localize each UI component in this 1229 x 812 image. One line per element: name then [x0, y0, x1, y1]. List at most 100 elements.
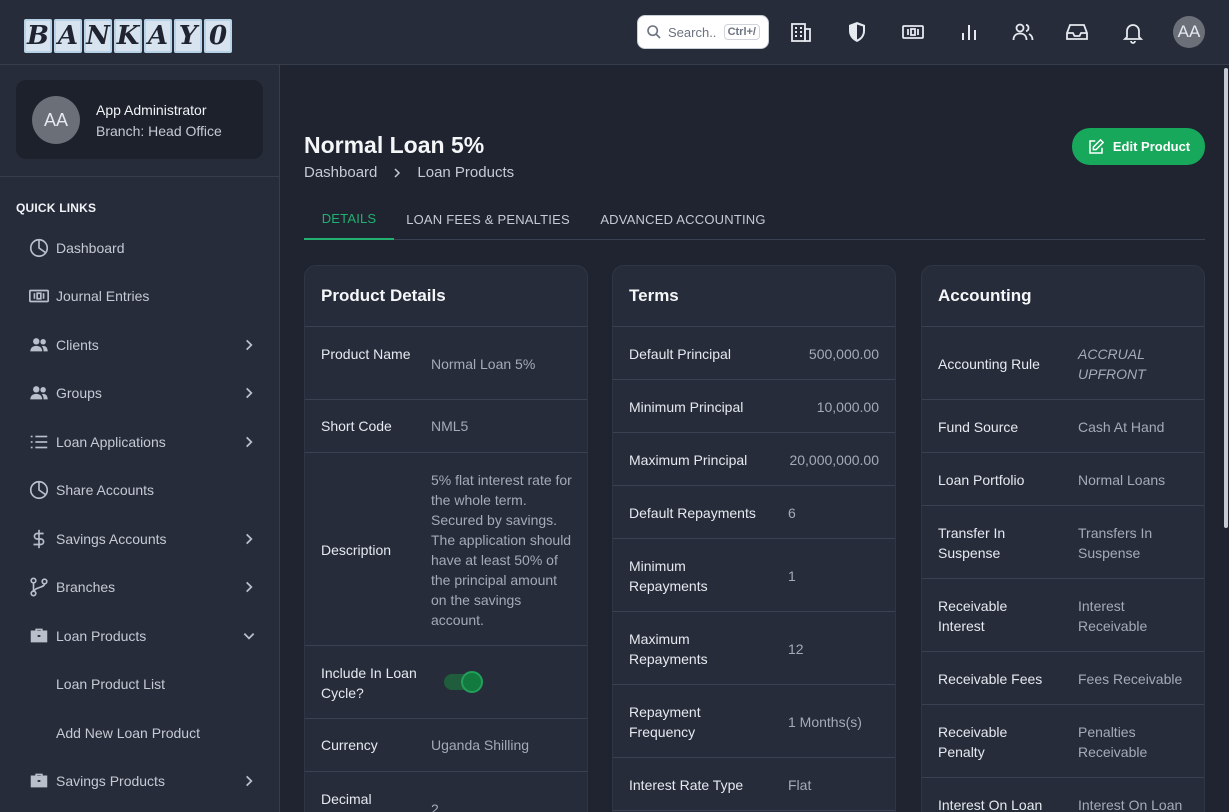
- logo-letter: B: [24, 19, 52, 53]
- terms-value: 6: [788, 505, 796, 521]
- briefcase-icon: [30, 628, 48, 643]
- terms-key: Default Principal: [629, 346, 731, 362]
- avatar: AA: [32, 96, 80, 144]
- terms-value: 12: [788, 641, 804, 657]
- logo-letter: A: [144, 19, 172, 53]
- building-icon[interactable]: [789, 20, 813, 44]
- edit-product-button[interactable]: Edit Product: [1072, 128, 1205, 165]
- logo-letter: N: [84, 19, 112, 53]
- breadcrumb-loan-products[interactable]: Loan Products: [417, 164, 514, 181]
- terms-value: 10,000.00: [816, 399, 879, 415]
- chevron-right-icon: [246, 581, 253, 593]
- sidebar-item-add-new-loan-product[interactable]: Add New Loan Product: [0, 713, 279, 753]
- edit-product-label: Edit Product: [1112, 139, 1191, 154]
- scrollbar-thumb[interactable]: [1224, 68, 1228, 528]
- sidebar-item-label: Loan Product List: [56, 676, 165, 692]
- terms-key: Interest Rate Type: [629, 777, 744, 793]
- quick-links-heading: QUICK LINKS: [16, 201, 97, 215]
- card-title: Accounting: [922, 266, 1204, 327]
- include-in-loan-cycle-toggle[interactable]: [444, 671, 483, 693]
- logo-letter: 0: [204, 19, 232, 53]
- shield-icon[interactable]: [845, 20, 869, 44]
- tab-advanced-accounting[interactable]: ADVANCED ACCOUNTING: [590, 198, 776, 240]
- detail-key: Include In Loan Cycle?: [321, 665, 417, 701]
- terms-row: Minimum Principal 10,000.00: [613, 380, 895, 433]
- sidebar-item-loan-products[interactable]: Loan Products: [0, 616, 279, 656]
- sidebar-item-branches[interactable]: Branches: [0, 567, 279, 607]
- card-title: Product Details: [305, 266, 587, 327]
- search-icon: [647, 25, 661, 39]
- sidebar-item-label: Dashboard: [56, 240, 125, 256]
- logo-letter: Y: [174, 19, 202, 53]
- money-icon: [29, 289, 49, 303]
- detail-row: Include In Loan Cycle?: [305, 646, 587, 719]
- detail-key: Decimal: [321, 791, 372, 807]
- detail-key: Description: [321, 542, 392, 558]
- tab-bar: DETAILS LOAN FEES & PENALTIES ADVANCED A…: [304, 198, 1205, 240]
- detail-row: Description 5% flat interest rate for th…: [305, 453, 587, 646]
- chevron-right-icon: [246, 387, 253, 399]
- accounting-key: Interest On Loan: [938, 797, 1043, 812]
- sidebar-item-loan-applications[interactable]: Loan Applications: [0, 422, 279, 462]
- user-card[interactable]: AA App Administrator Branch: Head Office: [16, 80, 263, 159]
- tab-details[interactable]: DETAILS: [304, 198, 394, 240]
- detail-value: 5% flat interest rate for the whole term…: [431, 472, 572, 628]
- detail-key: Product Name: [321, 346, 411, 362]
- accounting-row: Interest On Loan Interest On Loan: [922, 778, 1204, 812]
- terms-key: Minimum Repayments: [629, 558, 708, 594]
- sidebar-item-loan-product-list[interactable]: Loan Product List: [0, 664, 279, 704]
- product-details-card: Product Details Product Name Normal Loan…: [304, 265, 588, 812]
- sidebar-item-savings-accounts[interactable]: Savings Accounts: [0, 519, 279, 559]
- accounting-row: Receivable Fees Fees Receivable: [922, 652, 1204, 705]
- edit-icon: [1089, 138, 1105, 154]
- terms-value: 1 Months(s): [788, 714, 862, 730]
- sidebar-item-dashboard[interactable]: Dashboard: [0, 228, 279, 268]
- detail-value: 2: [431, 801, 439, 812]
- user-avatar[interactable]: AA: [1173, 16, 1205, 48]
- detail-value: Uganda Shilling: [431, 737, 530, 753]
- chevron-right-icon: [246, 775, 253, 787]
- sidebar-item-savings-products[interactable]: Savings Products: [0, 761, 279, 801]
- accounting-value: Normal Loans: [1078, 472, 1166, 488]
- chart-bar-icon[interactable]: [957, 20, 981, 44]
- search-shortcut: Ctrl+/: [723, 24, 760, 40]
- terms-key: Maximum Principal: [629, 452, 748, 468]
- search-box[interactable]: Search.. Ctrl+/: [637, 15, 769, 49]
- user-branch: Branch: Head Office: [96, 123, 222, 139]
- divider: [0, 176, 279, 177]
- list-icon: [30, 435, 48, 449]
- terms-value: 1: [788, 568, 796, 584]
- sidebar-item-clients[interactable]: Clients: [0, 325, 279, 365]
- accounting-value: Interest On Loan: [1078, 797, 1183, 812]
- sidebar-item-journal-entries[interactable]: Journal Entries: [0, 276, 279, 316]
- inbox-icon[interactable]: [1065, 20, 1089, 44]
- users-icon: [30, 386, 48, 400]
- sidebar-item-share-accounts[interactable]: Share Accounts: [0, 470, 279, 510]
- bankayo-logo[interactable]: B A N K A Y 0: [24, 19, 232, 53]
- bell-icon[interactable]: [1121, 20, 1145, 44]
- accounting-key: Loan Portfolio: [938, 472, 1025, 488]
- money-icon[interactable]: [901, 20, 925, 44]
- breadcrumb-dashboard[interactable]: Dashboard: [304, 164, 377, 181]
- tab-loan-fees-penalties[interactable]: LOAN FEES & PENALTIES: [402, 198, 574, 240]
- chevron-right-icon: [394, 167, 401, 178]
- terms-row: Repayment Frequency 1 Months(s): [613, 685, 895, 758]
- terms-key: Maximum Repayments: [629, 631, 708, 667]
- sidebar-item-label: Loan Applications: [56, 434, 166, 450]
- accounting-row: Receivable Penalty Penalties Receivable: [922, 705, 1204, 778]
- sidebar-item-label: Journal Entries: [56, 288, 150, 304]
- detail-row: Currency Uganda Shilling: [305, 719, 587, 772]
- sidebar-item-label: Groups: [56, 385, 102, 401]
- accounting-value: ACCRUAL UPFRONT: [1078, 346, 1146, 382]
- accounting-key: Receivable Interest: [938, 598, 1008, 634]
- breadcrumb: Dashboard Loan Products: [304, 164, 514, 181]
- sidebar-item-groups[interactable]: Groups: [0, 373, 279, 413]
- accounting-key: Fund Source: [938, 419, 1019, 435]
- detail-key: Short Code: [321, 418, 392, 434]
- terms-key: Repayment Frequency: [629, 704, 701, 740]
- accounting-row: Transfer In Suspense Transfers In Suspen…: [922, 506, 1204, 579]
- accounting-value: Fees Receivable: [1078, 671, 1183, 687]
- users-icon[interactable]: [1011, 20, 1035, 44]
- sidebar-item-label: Savings Accounts: [56, 531, 167, 547]
- accounting-key: Receivable Penalty: [938, 724, 1008, 760]
